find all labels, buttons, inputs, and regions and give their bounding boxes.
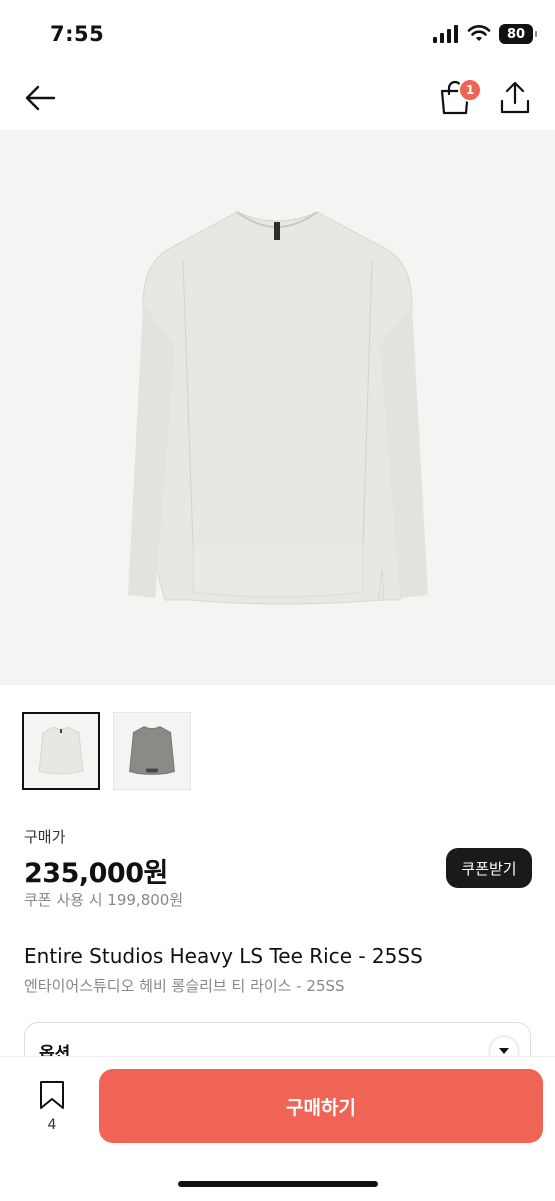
thumbnail-strip	[22, 712, 191, 790]
signal-icon	[433, 25, 458, 43]
status-time: 7:55	[50, 22, 105, 46]
wifi-icon	[467, 25, 491, 41]
coupon-price: 쿠폰 사용 시 199,800원	[24, 891, 184, 909]
buy-price-label: 구매가	[24, 828, 66, 846]
cart-badge: 1	[458, 78, 482, 102]
status-icons: 80	[433, 24, 537, 44]
grey-tee-thumbnail	[129, 726, 175, 775]
long-sleeve-tee-image	[128, 211, 428, 605]
share-icon[interactable]	[498, 80, 532, 116]
home-indicator	[178, 1181, 378, 1187]
bookmark-button[interactable]: 4	[36, 1079, 68, 1133]
top-nav: 1	[0, 70, 555, 130]
product-title: Entire Studios Heavy LS Tee Rice - 25SS	[24, 944, 423, 968]
product-image[interactable]	[0, 130, 555, 685]
status-bar: 7:55 80	[0, 0, 555, 70]
thumbnail-grey[interactable]	[113, 712, 191, 790]
battery-icon: 80	[499, 24, 537, 44]
price: 235,000원	[24, 858, 168, 889]
product-subtitle: 엔타이어스튜디오 헤비 롱슬리브 티 라이스 - 25SS	[24, 977, 345, 995]
battery-level: 80	[506, 26, 526, 42]
back-arrow-icon[interactable]	[22, 80, 58, 116]
bookmark-count: 4	[47, 1117, 57, 1133]
bookmark-icon	[40, 1081, 64, 1109]
thumbnail-rice[interactable]	[22, 712, 100, 790]
bottom-action-bar: 4 구매하기	[0, 1056, 555, 1201]
rice-tee-thumbnail	[38, 726, 84, 775]
get-coupon-button[interactable]: 쿠폰받기	[446, 848, 532, 888]
buy-button[interactable]: 구매하기	[99, 1069, 543, 1143]
